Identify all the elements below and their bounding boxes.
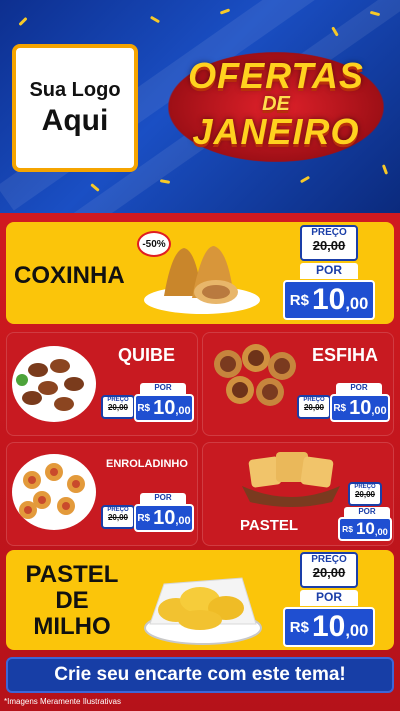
- product-name: COXINHA: [14, 262, 125, 289]
- price-cents: ,00: [374, 526, 388, 537]
- old-price: 20,00: [312, 238, 346, 253]
- price-cents: ,00: [175, 405, 191, 418]
- confetti: [18, 16, 28, 27]
- old-price-box: PREÇO 20,00: [348, 482, 382, 506]
- headline: OFERTAS DE JANEIRO: [160, 58, 392, 150]
- pastel-de-milho-image: [144, 577, 262, 645]
- price-tag: R$ 10 ,00: [330, 394, 390, 422]
- confetti: [299, 175, 311, 184]
- confetti: [90, 183, 100, 192]
- product-name: PASTEL DE MILHO: [20, 562, 124, 640]
- product-name: ENROLADINHO: [106, 458, 188, 470]
- enroladinho-image: [12, 454, 96, 530]
- price-cents: ,00: [371, 405, 387, 418]
- currency-label: R$: [342, 524, 353, 534]
- price-cents: ,00: [345, 294, 369, 313]
- price-cents: ,00: [175, 515, 191, 528]
- price-tag: R$ 10 ,00: [338, 517, 392, 541]
- old-price: 20,00: [312, 565, 346, 580]
- old-price-box: PREÇO 20,00: [300, 225, 358, 261]
- currency-label: R$: [137, 402, 151, 414]
- discount-badge: -50%: [137, 231, 171, 257]
- confetti: [219, 8, 231, 15]
- currency-label: R$: [289, 291, 309, 309]
- confetti: [381, 164, 389, 175]
- price-integer: 10: [349, 396, 372, 419]
- por-label: POR: [300, 590, 358, 606]
- old-price-box: PREÇO 20,00: [297, 395, 331, 419]
- price-tag: R$ 10 ,00: [283, 607, 375, 647]
- product-name-line3: MILHO: [33, 613, 111, 640]
- headline-line3: JANEIRO: [192, 111, 360, 152]
- price-integer: 10: [153, 396, 176, 419]
- preco-label: PREÇO: [311, 554, 347, 565]
- price-cents: ,00: [345, 621, 369, 640]
- currency-label: R$: [289, 618, 309, 636]
- logo-line2: Aqui: [41, 103, 109, 137]
- disclaimer: *Imagens Meramente Ilustrativas: [4, 697, 121, 706]
- product-name: ESFIHA: [312, 345, 379, 365]
- esfiha-image: [214, 344, 296, 406]
- currency-label: R$: [333, 402, 347, 414]
- price-tag: R$ 10 ,00: [134, 504, 194, 532]
- old-price: 20,00: [107, 513, 129, 522]
- price-integer: 10: [153, 506, 176, 529]
- confetti: [159, 179, 171, 184]
- old-price-box: PREÇO 20,00: [101, 395, 135, 419]
- product-name: QUIBE: [118, 345, 176, 365]
- por-label: POR: [300, 263, 358, 279]
- old-price-box: PREÇO 20,00: [300, 552, 358, 588]
- logo-line1: Sua Logo: [29, 78, 121, 101]
- price-tag: R$ 10 ,00: [283, 280, 375, 320]
- product-name: PASTEL: [240, 517, 299, 534]
- pastel-image: [242, 452, 340, 507]
- old-price-box: PREÇO 20,00: [101, 505, 135, 529]
- old-price: 20,00: [107, 403, 129, 412]
- product-name-line2: DE: [55, 587, 89, 614]
- logo-placeholder: Sua Logo Aqui: [12, 44, 138, 172]
- old-price: 20,00: [303, 403, 325, 412]
- headline-line1: OFERTAS: [188, 55, 364, 96]
- price-tag: R$ 10 ,00: [134, 394, 194, 422]
- price-integer: 10: [311, 283, 346, 316]
- price-integer: 10: [311, 610, 346, 643]
- price-integer: 10: [355, 519, 375, 538]
- preco-label: PREÇO: [311, 227, 347, 238]
- product-name-line1: PASTEL: [25, 561, 119, 588]
- old-price: 20,00: [354, 490, 376, 499]
- quibe-image: [12, 346, 96, 422]
- confetti: [149, 15, 161, 24]
- currency-label: R$: [137, 512, 151, 524]
- cta-banner[interactable]: Crie seu encarte com este tema!: [6, 657, 394, 693]
